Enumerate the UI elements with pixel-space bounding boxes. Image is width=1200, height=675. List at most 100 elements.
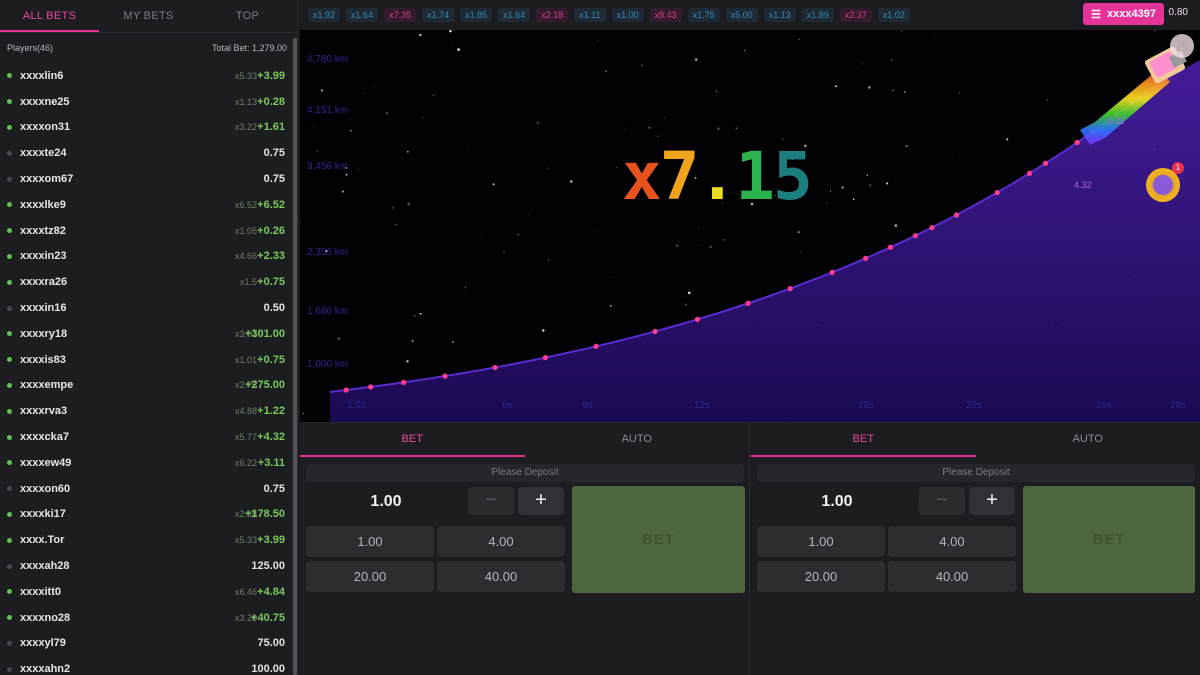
- preset-amount-button[interactable]: 40.00: [437, 561, 565, 592]
- player-amount: +0.28: [257, 95, 285, 108]
- history-chip[interactable]: x5.00: [725, 8, 758, 22]
- preset-amount-button[interactable]: 4.00: [437, 526, 565, 557]
- player-amount: +3.11: [257, 456, 285, 469]
- history-chip[interactable]: x1.64: [498, 8, 531, 22]
- star: [868, 86, 871, 89]
- amount-row: 1.00 − +: [757, 487, 1017, 517]
- history-chip[interactable]: x1.75: [687, 8, 720, 22]
- star: [464, 287, 467, 289]
- preset-amount-button[interactable]: 1.00: [757, 526, 885, 557]
- player-row: xxxx.Tor x5.33 +3.99: [0, 527, 297, 553]
- bet-amount-input[interactable]: 1.00: [757, 493, 917, 511]
- star: [411, 339, 414, 343]
- game-canvas: 4,780 km 4,151 km 3,456 km 2,356 km 1,68…: [300, 30, 1200, 422]
- star: [391, 206, 395, 209]
- star: [395, 223, 398, 226]
- star: [698, 245, 700, 246]
- star: [694, 58, 698, 61]
- tab-bet[interactable]: BET: [751, 423, 976, 457]
- player-name: xxxxra26: [20, 276, 68, 289]
- history-chip[interactable]: x2.37: [839, 8, 872, 22]
- tab-bet[interactable]: BET: [300, 423, 525, 457]
- cashout-label: 5.11: [1108, 116, 1125, 126]
- player-name: xxxxlke9: [20, 198, 66, 211]
- player-name: xxxxin23: [20, 250, 67, 263]
- history-chip[interactable]: x1.89: [801, 8, 834, 22]
- star: [826, 202, 828, 204]
- star: [800, 251, 802, 253]
- history-chip[interactable]: x1.85: [460, 8, 493, 22]
- player-row: xxxxno28 x3.26 +40.75: [0, 605, 297, 631]
- bets-tabs: ALL BETS MY BETS TOP: [0, 0, 297, 33]
- preset-amount-button[interactable]: 4.00: [888, 526, 1016, 557]
- tab-all-bets[interactable]: ALL BETS: [0, 0, 99, 32]
- cashout-dot: [787, 286, 793, 292]
- preset-amount-button[interactable]: 40.00: [888, 561, 1016, 592]
- tab-top[interactable]: TOP: [198, 0, 297, 32]
- star: [616, 166, 617, 168]
- close-icon[interactable]: ✕: [1170, 34, 1194, 58]
- tab-auto[interactable]: AUTO: [525, 423, 750, 457]
- star: [676, 244, 679, 247]
- x-tick: 12s: [694, 400, 711, 411]
- status-dot: [7, 124, 12, 130]
- decrease-amount-button[interactable]: −: [919, 487, 965, 515]
- star: [517, 233, 520, 236]
- star: [740, 249, 742, 251]
- player-row: xxxxahn2 100.00: [0, 656, 297, 675]
- star: [400, 158, 402, 160]
- star: [1180, 31, 1182, 33]
- star: [841, 186, 844, 189]
- player-name: xxxxtz82: [20, 224, 66, 237]
- bet-button[interactable]: BET: [572, 486, 745, 593]
- deposit-notice[interactable]: Please Deposit: [306, 464, 744, 482]
- player-multiplier: x1.13: [234, 96, 257, 107]
- history-chip[interactable]: x1.92: [308, 8, 341, 22]
- bet-button[interactable]: BET: [1023, 486, 1195, 593]
- tab-auto[interactable]: AUTO: [976, 423, 1200, 457]
- history-chip[interactable]: x1.13: [763, 8, 796, 22]
- bet-amount-input[interactable]: 1.00: [306, 493, 466, 511]
- decrease-amount-button[interactable]: −: [468, 487, 514, 515]
- user-menu-button[interactable]: ☰ xxxx4397: [1083, 3, 1164, 25]
- preset-amount-button[interactable]: 20.00: [757, 561, 885, 592]
- player-amount: +301.00: [244, 327, 285, 340]
- history-chip[interactable]: x1.11: [574, 8, 606, 22]
- player-name: xxxxon31: [20, 121, 71, 134]
- history-chip[interactable]: x1.02: [877, 8, 910, 22]
- curve-area: [330, 60, 1200, 422]
- players-scrollbar[interactable]: [293, 38, 297, 675]
- star: [798, 38, 800, 41]
- amount-row: 1.00 − +: [306, 487, 566, 517]
- current-multiplier: x7.15: [622, 138, 813, 215]
- preset-amount-button[interactable]: 1.00: [306, 526, 434, 557]
- multiplier-char: x: [622, 138, 662, 215]
- star: [663, 116, 666, 119]
- player-amount: 0.75: [263, 482, 285, 495]
- history-chip[interactable]: x1.00: [611, 8, 644, 22]
- history-chip[interactable]: x1.74: [422, 8, 455, 22]
- increase-amount-button[interactable]: +: [969, 487, 1015, 515]
- star: [433, 95, 435, 97]
- status-dot: [7, 331, 12, 337]
- deposit-notice[interactable]: Please Deposit: [757, 464, 1195, 482]
- bet-panel-2: BET AUTO Please Deposit 1.00 − + 1.00 4.…: [751, 422, 1200, 675]
- increase-amount-button[interactable]: +: [518, 487, 564, 515]
- history-chip[interactable]: x7.35: [384, 8, 417, 22]
- player-amount: +275.00: [244, 379, 285, 392]
- star: [357, 168, 359, 170]
- player-name: xxxxki17: [20, 508, 66, 521]
- history-chip[interactable]: x8.43: [649, 8, 682, 22]
- star: [419, 33, 422, 37]
- x-tick: 6s: [502, 400, 513, 411]
- star: [829, 190, 832, 192]
- y-tick: 1,000 km: [307, 359, 349, 370]
- player-row: xxxxtz82 x1.05 +0.26: [0, 218, 297, 244]
- star: [623, 127, 625, 129]
- player-row: xxxxra26 x1.5 +0.75: [0, 269, 297, 295]
- tab-my-bets[interactable]: MY BETS: [99, 0, 198, 32]
- history-chip[interactable]: x1.64: [346, 8, 379, 22]
- star: [373, 85, 374, 87]
- preset-amount-button[interactable]: 20.00: [306, 561, 434, 592]
- history-chip[interactable]: x2.18: [536, 8, 569, 22]
